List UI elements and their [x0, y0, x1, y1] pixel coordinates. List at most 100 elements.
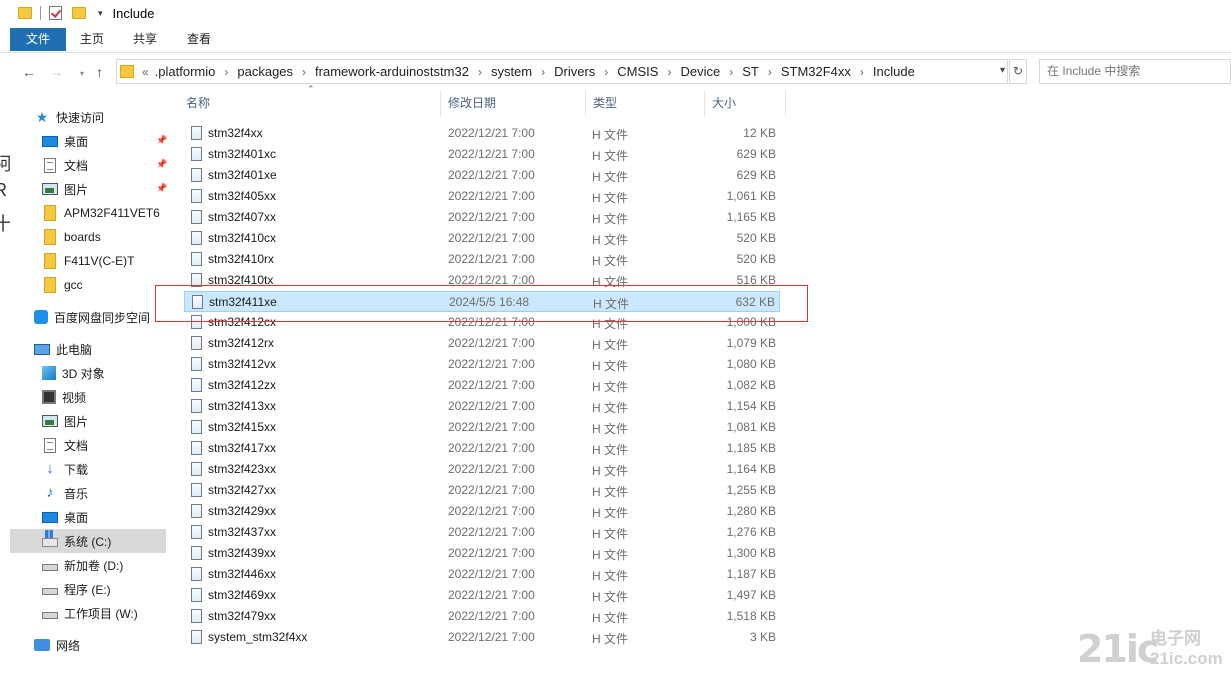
sidebar-item-this-pc[interactable]: 此电脑	[10, 337, 166, 361]
column-header-date[interactable]: 修改日期	[441, 90, 586, 116]
address-dropdown-icon[interactable]: ▾	[1000, 65, 1005, 76]
file-date: 2022/12/21 7:00	[448, 462, 535, 476]
file-row[interactable]: stm32f410cx 2022/12/21 7:00 H 文件 520 KB	[184, 228, 780, 249]
file-row[interactable]: stm32f407xx 2022/12/21 7:00 H 文件 1,165 KB	[184, 207, 780, 228]
chevron-right-icon[interactable]: ›	[478, 65, 482, 79]
sidebar-item-baidu-netdisk[interactable]: 百度网盘同步空间	[10, 305, 166, 329]
file-row[interactable]: stm32f410tx 2022/12/21 7:00 H 文件 516 KB	[184, 270, 780, 291]
breadcrumb-stm32f4xx[interactable]: STM32F4xx	[781, 64, 851, 79]
tab-file[interactable]: 文件	[10, 28, 66, 51]
file-row[interactable]: stm32f429xx 2022/12/21 7:00 H 文件 1,280 KB	[184, 501, 780, 522]
sidebar-item-network[interactable]: 网络	[10, 633, 166, 657]
file-row[interactable]: stm32f405xx 2022/12/21 7:00 H 文件 1,061 KB	[184, 186, 780, 207]
file-row[interactable]: stm32f427xx 2022/12/21 7:00 H 文件 1,255 KB	[184, 480, 780, 501]
file-type: H 文件	[592, 254, 629, 268]
sidebar-item-drive-e[interactable]: 程序 (E:)	[10, 577, 166, 601]
file-row[interactable]: system_stm32f4xx 2022/12/21 7:00 H 文件 3 KB	[184, 627, 780, 648]
forward-arrow-icon[interactable]: →	[51, 63, 63, 81]
breadcrumb-packages[interactable]: packages	[237, 64, 293, 79]
file-row[interactable]: stm32f415xx 2022/12/21 7:00 H 文件 1,081 KB	[184, 417, 780, 438]
sidebar-item-videos[interactable]: 视频	[10, 385, 166, 409]
tab-view[interactable]: 查看	[186, 28, 212, 51]
sidebar-item-boards[interactable]: boards	[10, 225, 166, 249]
tab-home[interactable]: 主页	[79, 28, 105, 51]
pin-icon[interactable]: 📌	[156, 183, 167, 193]
chevron-right-icon[interactable]: ›	[768, 65, 772, 79]
file-row[interactable]: stm32f412zx 2022/12/21 7:00 H 文件 1,082 KB	[184, 375, 780, 396]
sidebar-item-desktop-pc[interactable]: 桌面	[10, 505, 166, 529]
sidebar-item-pictures[interactable]: 图片 📌	[10, 177, 167, 201]
file-date: 2022/12/21 7:00	[448, 210, 535, 224]
sidebar-item-3d-objects[interactable]: 3D 对象	[10, 361, 166, 385]
file-row[interactable]: stm32f410rx 2022/12/21 7:00 H 文件 520 KB	[184, 249, 780, 270]
tab-share[interactable]: 共享	[132, 28, 158, 51]
chevron-right-icon[interactable]: ›	[729, 65, 733, 79]
file-row[interactable]: stm32f439xx 2022/12/21 7:00 H 文件 1,300 KB	[184, 543, 780, 564]
breadcrumb-drivers[interactable]: Drivers	[554, 64, 595, 79]
file-row[interactable]: stm32f401xc 2022/12/21 7:00 H 文件 629 KB	[184, 144, 780, 165]
pin-icon[interactable]: 📌	[156, 159, 167, 169]
file-row[interactable]: stm32f446xx 2022/12/21 7:00 H 文件 1,187 KB	[184, 564, 780, 585]
breadcrumb-include[interactable]: Include	[873, 64, 915, 79]
up-arrow-icon[interactable]: ↑	[96, 63, 103, 81]
file-row[interactable]: stm32f423xx 2022/12/21 7:00 H 文件 1,164 KB	[184, 459, 780, 480]
file-name: system_stm32f4xx	[208, 630, 308, 644]
download-arrow-icon: ↓	[46, 460, 54, 477]
breadcrumb-framework[interactable]: framework-arduinoststm32	[315, 64, 469, 79]
breadcrumb-overflow[interactable]: «	[142, 65, 149, 79]
chevron-right-icon[interactable]: ›	[302, 65, 306, 79]
address-bar[interactable]: « .platformio › packages › framework-ardui…	[116, 59, 1008, 84]
sidebar-item-drive-w[interactable]: 工作项目 (W:)	[10, 601, 166, 625]
sidebar-item-drive-d[interactable]: 新加卷 (D:)	[10, 553, 166, 577]
file-date: 2022/12/21 7:00	[448, 567, 535, 581]
breadcrumb-system[interactable]: system	[491, 64, 532, 79]
file-date: 2022/12/21 7:00	[448, 420, 535, 434]
sidebar-item-documents[interactable]: 文档 📌	[10, 153, 167, 177]
properties-icon[interactable]	[49, 6, 62, 20]
file-row[interactable]: stm32f469xx 2022/12/21 7:00 H 文件 1,497 KB	[184, 585, 780, 606]
sidebar-item-music[interactable]: ♪ 音乐	[10, 481, 166, 505]
customize-toolbar-dropdown[interactable]: ▾	[98, 8, 103, 19]
file-row[interactable]: stm32f412vx 2022/12/21 7:00 H 文件 1,080 KB	[184, 354, 780, 375]
file-row[interactable]: stm32f479xx 2022/12/21 7:00 H 文件 1,518 KB	[184, 606, 780, 627]
column-header-size[interactable]: 大小	[705, 90, 786, 116]
file-row[interactable]: stm32f412cx 2022/12/21 7:00 H 文件 1,000 KB	[184, 312, 780, 333]
new-folder-icon[interactable]	[72, 7, 86, 19]
file-size: 1,154 KB	[726, 399, 776, 413]
sidebar-item-apm32f411vet6[interactable]: APM32F411VET6	[10, 201, 166, 225]
breadcrumb-device[interactable]: Device	[680, 64, 720, 79]
file-row[interactable]: stm32f412rx 2022/12/21 7:00 H 文件 1,079 KB	[184, 333, 780, 354]
sidebar-item-quick-access[interactable]: ★ 快速访问	[10, 105, 166, 129]
sidebar-item-gcc[interactable]: gcc	[10, 273, 166, 297]
breadcrumb-platformio[interactable]: .platformio	[155, 64, 216, 79]
sidebar-item-documents-pc[interactable]: 文档	[10, 433, 166, 457]
sidebar-item-drive-c[interactable]: 系统 (C:)	[10, 529, 166, 553]
breadcrumb-cmsis[interactable]: CMSIS	[617, 64, 658, 79]
cloud-icon	[34, 310, 48, 324]
file-row[interactable]: stm32f4xx 2022/12/21 7:00 H 文件 12 KB	[184, 123, 780, 144]
recent-locations-chevron-icon[interactable]: ▾	[80, 65, 84, 83]
breadcrumb-st[interactable]: ST	[742, 64, 759, 79]
refresh-icon[interactable]: ↻	[1009, 59, 1027, 84]
file-size: 1,187 KB	[726, 567, 776, 581]
column-header-type[interactable]: 类型	[586, 90, 705, 116]
sidebar-item-downloads[interactable]: ↓ 下载	[10, 457, 166, 481]
file-row[interactable]: stm32f413xx 2022/12/21 7:00 H 文件 1,154 KB	[184, 396, 780, 417]
chevron-right-icon[interactable]: ›	[224, 65, 228, 79]
search-input[interactable]: 在 Include 中搜索	[1039, 59, 1231, 84]
sidebar-item-f411v[interactable]: F411V(C-E)T	[10, 249, 166, 273]
chevron-right-icon[interactable]: ›	[667, 65, 671, 79]
sidebar-item-pictures-pc[interactable]: 图片	[10, 409, 166, 433]
file-row[interactable]: stm32f411xe 2024/5/5 16:48 H 文件 632 KB	[184, 291, 780, 312]
file-row[interactable]: stm32f401xe 2022/12/21 7:00 H 文件 629 KB	[184, 165, 780, 186]
back-arrow-icon[interactable]: ←	[22, 63, 36, 81]
background-glyph: 阿	[0, 154, 10, 174]
pin-icon[interactable]: 📌	[156, 135, 167, 145]
sidebar-item-desktop[interactable]: 桌面 📌	[10, 129, 167, 153]
chevron-right-icon[interactable]: ›	[860, 65, 864, 79]
chevron-right-icon[interactable]: ›	[604, 65, 608, 79]
column-header-name[interactable]: 名称	[179, 90, 441, 116]
chevron-right-icon[interactable]: ›	[541, 65, 545, 79]
file-row[interactable]: stm32f437xx 2022/12/21 7:00 H 文件 1,276 KB	[184, 522, 780, 543]
file-row[interactable]: stm32f417xx 2022/12/21 7:00 H 文件 1,185 KB	[184, 438, 780, 459]
